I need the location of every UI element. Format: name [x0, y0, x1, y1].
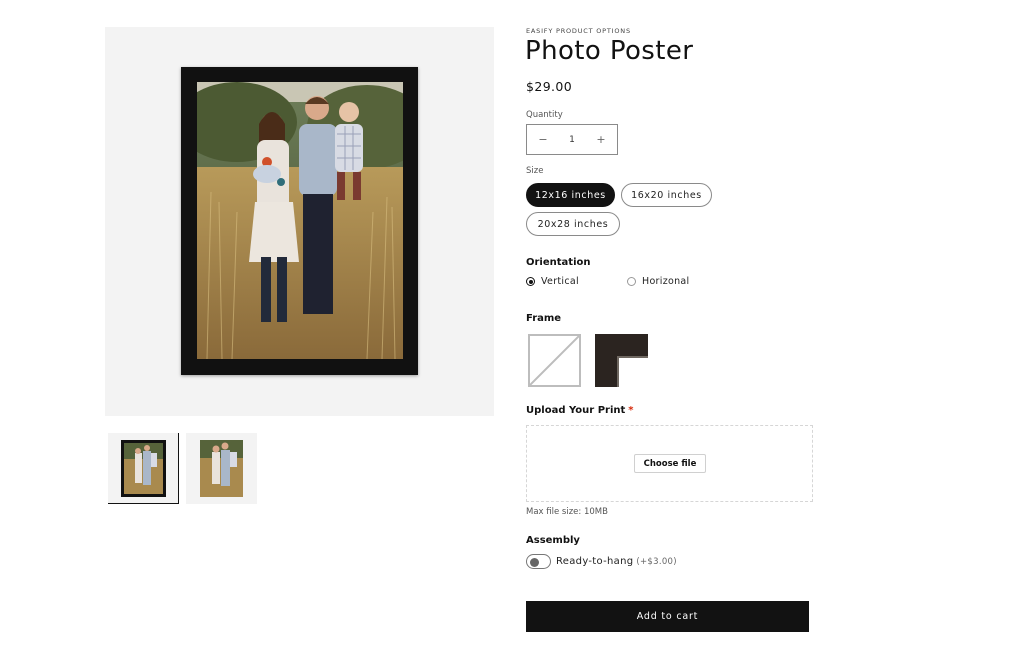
- size-option-16x20[interactable]: 16x20 inches: [621, 183, 712, 207]
- thumbnail-photo: [200, 440, 243, 497]
- vendor-name: EASIFY PRODUCT OPTIONS: [526, 27, 631, 35]
- product-price: $29.00: [526, 79, 573, 94]
- upload-label-text: Upload Your Print: [526, 405, 626, 416]
- ready-to-hang-text: Ready-to-hang: [556, 556, 634, 567]
- thumbnail-framed[interactable]: [108, 433, 179, 504]
- black-frame-corner-icon: [595, 334, 648, 387]
- frame-label: Frame: [526, 313, 562, 324]
- no-frame-icon: [529, 335, 580, 386]
- ready-to-hang-price: (+$3.00): [636, 557, 677, 567]
- size-option-20x28[interactable]: 20x28 inches: [526, 212, 620, 236]
- orientation-horizontal-label: Horizonal: [642, 276, 690, 287]
- ready-to-hang-toggle[interactable]: [526, 554, 551, 569]
- orientation-horizontal[interactable]: Horizonal: [627, 276, 689, 287]
- ready-to-hang-label: Ready-to-hang (+$3.00): [556, 556, 677, 567]
- required-mark: *: [628, 405, 634, 416]
- radio-unselected-icon: [627, 277, 636, 286]
- frame-swatch-black[interactable]: [595, 334, 648, 387]
- product-title: Photo Poster: [525, 36, 694, 66]
- thumbnail-print[interactable]: [186, 433, 257, 504]
- family-photo: [197, 82, 403, 359]
- toggle-knob: [530, 557, 539, 567]
- framed-poster: [181, 67, 418, 375]
- orientation-label: Orientation: [526, 257, 591, 268]
- max-file-size-note: Max file size: 10MB: [526, 507, 608, 517]
- size-option-12x16[interactable]: 12x16 inches: [526, 183, 615, 207]
- plus-icon[interactable]: +: [595, 133, 607, 146]
- upload-label: Upload Your Print *: [526, 405, 634, 416]
- thumbnail-frame: [121, 440, 166, 497]
- size-label: Size: [526, 166, 544, 176]
- add-to-cart-button[interactable]: Add to cart: [526, 601, 809, 632]
- main-product-image[interactable]: [105, 27, 494, 416]
- frame-swatch-none[interactable]: [528, 334, 581, 387]
- quantity-stepper: − 1 +: [526, 124, 618, 155]
- orientation-vertical[interactable]: Vertical: [526, 276, 579, 287]
- radio-selected-icon: [526, 277, 535, 286]
- minus-icon[interactable]: −: [537, 133, 549, 146]
- choose-file-button[interactable]: Choose file: [634, 454, 706, 473]
- orientation-vertical-label: Vertical: [541, 276, 579, 287]
- assembly-label: Assembly: [526, 535, 580, 546]
- quantity-label: Quantity: [526, 110, 563, 120]
- thumbnail-photo: [124, 443, 163, 494]
- quantity-value[interactable]: 1: [569, 135, 575, 145]
